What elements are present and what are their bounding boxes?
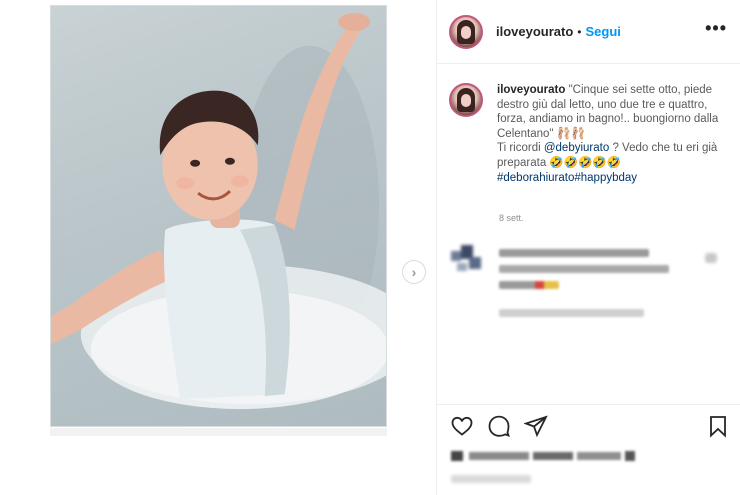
bookmark-icon[interactable] <box>705 413 731 439</box>
blurred-text-line <box>499 249 649 257</box>
blurred-heart-icon <box>705 253 717 263</box>
post-photo[interactable] <box>50 5 387 427</box>
ballerina-photo-illustration <box>51 12 386 410</box>
heart-icon[interactable] <box>449 413 475 439</box>
blurred-avatar <box>451 245 481 271</box>
comment-bubble-icon[interactable] <box>486 413 512 439</box>
follow-button[interactable]: Segui <box>586 24 621 39</box>
blurred-date-line <box>451 475 531 483</box>
caption-avatar[interactable] <box>449 83 483 117</box>
chevron-right-icon[interactable]: › <box>402 260 426 284</box>
caption-row: iloveyourato "Cinque sei sette otto, pie… <box>449 83 729 185</box>
blurred-text-line <box>499 281 559 289</box>
blurred-text-line <box>499 265 669 273</box>
caption-mention-link[interactable]: @debyiurato <box>544 142 609 154</box>
caption-hashtags[interactable]: #deborahiurato#happybday <box>497 172 637 184</box>
blurred-meta-line <box>499 309 644 317</box>
header-separator: • <box>577 24 582 39</box>
photo-bottom-strip <box>50 428 387 436</box>
post-header: iloveyourato • Segui ••• <box>437 0 740 64</box>
caption-text: iloveyourato "Cinque sei sette otto, pie… <box>497 83 729 185</box>
blurred-likes-line <box>451 451 635 461</box>
more-options-icon[interactable]: ••• <box>705 19 727 37</box>
post-actions <box>437 404 740 495</box>
caption-line2-prefix: Ti ricordi <box>497 142 544 155</box>
paper-plane-icon[interactable] <box>523 413 549 439</box>
post-sidebar: iloveyourato • Segui ••• iloveyourato "C… <box>436 0 740 495</box>
caption-timestamp: 8 sett. <box>499 213 524 223</box>
header-username[interactable]: iloveyourato <box>496 24 573 39</box>
comments-section: iloveyourato "Cinque sei sette otto, pie… <box>437 65 740 403</box>
caption-username[interactable]: iloveyourato <box>497 84 565 96</box>
post-media-pane: › <box>0 0 436 495</box>
avatar[interactable] <box>449 14 483 49</box>
blurred-comment <box>451 245 721 325</box>
